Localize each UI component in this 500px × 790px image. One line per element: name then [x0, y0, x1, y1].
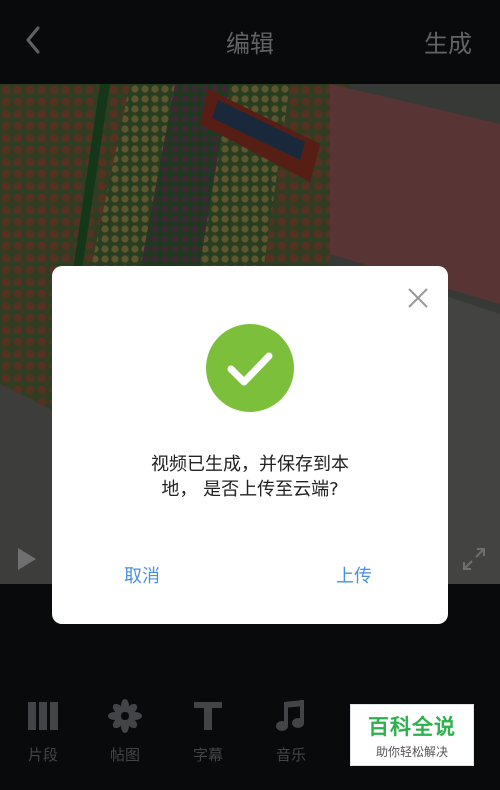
upload-dialog: 视频已生成，并保存到本 地， 是否上传至云端? 取消 上传: [52, 266, 448, 624]
message-line: 地， 是否上传至云端?: [161, 479, 339, 500]
close-icon: [408, 288, 428, 308]
video-editor-screen: 编辑 生成: [0, 0, 500, 790]
watermark-subtitle: 助你轻松解决: [375, 745, 448, 759]
watermark-title: 百科全说: [368, 715, 456, 739]
upload-button[interactable]: 上传: [336, 562, 372, 588]
watermark-logo: 百科全说 助你轻松解决: [350, 704, 474, 766]
checkmark-icon: [227, 352, 273, 386]
message-line: 视频已生成，并保存到本: [151, 454, 349, 475]
cancel-button[interactable]: 取消: [124, 562, 160, 588]
close-button[interactable]: [406, 286, 430, 310]
dialog-message: 视频已生成，并保存到本 地， 是否上传至云端?: [112, 452, 388, 502]
success-badge: [206, 324, 294, 412]
